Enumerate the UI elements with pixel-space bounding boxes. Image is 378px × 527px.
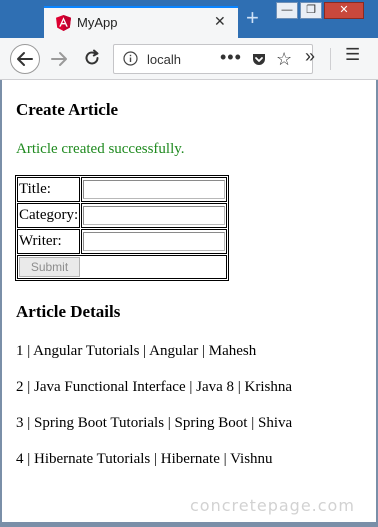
submit-button[interactable]: Submit xyxy=(19,257,80,277)
back-button[interactable] xyxy=(10,44,40,74)
info-icon[interactable] xyxy=(123,51,138,66)
reload-icon[interactable] xyxy=(82,48,102,68)
form-row-category: Category: xyxy=(17,203,228,228)
article-row: 4 | Hibernate Tutorials | Hibernate | Vi… xyxy=(16,451,273,467)
form-row-writer: Writer: xyxy=(17,229,228,254)
back-arrow-icon xyxy=(17,52,33,66)
close-window-button[interactable]: ✕ xyxy=(324,2,364,19)
writer-input[interactable] xyxy=(83,232,226,251)
form-row-submit: Submit xyxy=(17,255,228,279)
hamburger-menu-icon[interactable]: ☰ xyxy=(345,45,360,65)
url-text[interactable]: localh xyxy=(147,52,181,67)
article-form: Title: Category: Writer: Submit xyxy=(15,175,230,281)
angular-icon xyxy=(56,15,71,31)
category-input[interactable] xyxy=(83,206,226,225)
success-message: Article created successfully. xyxy=(16,141,185,157)
writer-label: Writer: xyxy=(17,229,81,254)
category-label: Category: xyxy=(17,203,81,228)
form-row-title: Title: xyxy=(17,177,228,202)
maximize-button[interactable]: ❐ xyxy=(300,2,322,19)
article-row: 3 | Spring Boot Tutorials | Spring Boot … xyxy=(16,415,293,431)
navigation-toolbar: localh ••• ☆ » ☰ xyxy=(0,38,378,80)
title-label: Title: xyxy=(17,177,81,202)
article-row: 2 | Java Functional Interface | Java 8 |… xyxy=(16,379,292,395)
browser-tab[interactable]: MyApp ✕ xyxy=(44,6,238,38)
pocket-icon[interactable] xyxy=(251,52,267,68)
tab-title: MyApp xyxy=(77,15,118,30)
new-tab-button[interactable]: + xyxy=(246,7,259,29)
window-border-left xyxy=(0,80,2,527)
tab-close-icon[interactable]: ✕ xyxy=(214,13,226,30)
toolbar-divider xyxy=(330,48,331,70)
window-titlebar: MyApp ✕ + — ❐ ✕ xyxy=(0,0,378,38)
forward-arrow-icon[interactable] xyxy=(49,49,69,69)
watermark: concretepage.com xyxy=(190,496,355,515)
page-actions-button[interactable]: ••• xyxy=(220,47,242,68)
address-bar[interactable]: localh ••• ☆ xyxy=(113,44,313,74)
article-row: 1 | Angular Tutorials | Angular | Mahesh xyxy=(16,343,257,359)
minimize-button[interactable]: — xyxy=(276,2,298,19)
overflow-chevron-icon[interactable]: » xyxy=(305,46,315,67)
title-input[interactable] xyxy=(83,180,226,199)
create-article-heading: Create Article xyxy=(16,100,119,119)
window-border-bottom xyxy=(0,522,378,527)
article-details-heading: Article Details xyxy=(16,302,121,321)
star-icon[interactable]: ☆ xyxy=(276,49,292,70)
